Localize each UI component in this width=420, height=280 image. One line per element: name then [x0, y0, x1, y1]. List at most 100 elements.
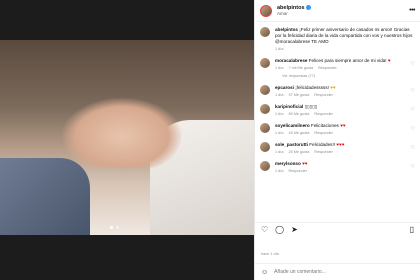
- comment-username[interactable]: soyelicamilnero: [275, 123, 310, 128]
- comment-username[interactable]: moracalabrese: [275, 58, 307, 63]
- caption-time: 1 día: [275, 47, 284, 51]
- comment-username[interactable]: karipinoficial: [275, 104, 303, 109]
- action-bar: ♡ ◯ ➤ ▯: [255, 222, 420, 236]
- heart-icon[interactable]: ♡: [411, 126, 415, 132]
- comment-content: Felicidades!!: [309, 142, 336, 147]
- reply-button[interactable]: Responder: [314, 131, 333, 135]
- comment-meta: 1 día Responder: [275, 169, 408, 173]
- heart-icon[interactable]: ♡: [411, 107, 415, 113]
- caption-text: abelpintos ¡Feliz primer aniversario de …: [275, 27, 415, 45]
- caption: abelpintos ¡Feliz primer aniversario de …: [260, 27, 415, 51]
- comment-body: sole_pastorutti Felicidades!! ♥♥♥ 1 día 2…: [275, 142, 408, 154]
- avatar[interactable]: [260, 58, 270, 68]
- comment-username[interactable]: merylsonso: [275, 161, 301, 166]
- carousel-dots: [110, 226, 119, 229]
- avatar[interactable]: [260, 85, 270, 95]
- heart-emoji-icon: ♥♥: [340, 123, 346, 128]
- comment-content: Felices para siempre amor de mi vida!: [308, 58, 387, 63]
- carousel-dot-active[interactable]: [110, 226, 113, 229]
- avatar[interactable]: [260, 27, 270, 37]
- post-sidebar: abelpintos Amor ••• abelpintos ¡Feliz pr…: [254, 0, 420, 280]
- avatar[interactable]: [260, 4, 272, 17]
- avatar[interactable]: [260, 104, 270, 114]
- post-date: hace 1 día: [261, 252, 279, 256]
- heart-icon[interactable]: ♡: [411, 164, 415, 170]
- view-replies-button[interactable]: Ver respuestas (77): [282, 74, 415, 78]
- comment-text: sole_pastorutti Felicidades!! ♥♥♥: [275, 142, 408, 148]
- reply-button[interactable]: Responder: [314, 112, 333, 116]
- comment-composer: ☺: [255, 263, 420, 280]
- share-icon[interactable]: ➤: [291, 225, 298, 234]
- post-media[interactable]: [0, 0, 254, 280]
- comment-time: 1 día: [275, 112, 284, 116]
- comment-time: 1 día: [275, 150, 284, 154]
- list-item: moracalabrese Felices para siempre amor …: [260, 58, 415, 70]
- list-item: merylsonso ♥♥ 1 día Responder ♡: [260, 161, 415, 173]
- photo-hands: [62, 98, 182, 168]
- comment-content: Felicitaciones: [311, 123, 339, 128]
- comment-text: karipinoficial ▯▯▯▯▯: [275, 104, 408, 110]
- avatar[interactable]: [260, 142, 270, 152]
- comment-body: merylsonso ♥♥ 1 día Responder: [275, 161, 408, 173]
- comment-meta: 1 día 89 Me gusta Responder: [275, 112, 408, 116]
- comment-input[interactable]: [274, 269, 405, 275]
- caption-body: abelpintos ¡Feliz primer aniversario de …: [275, 27, 415, 51]
- comment-likes[interactable]: 25 Me gusta: [288, 150, 309, 154]
- carousel-dot[interactable]: [116, 226, 119, 229]
- heart-emoji-icon: ♥: [387, 58, 391, 63]
- comment-text: epcarosi ¡felicidadesssss! ♥♥: [275, 85, 408, 91]
- comment-meta: 1 día 7 mil Me gusta Responder: [275, 66, 408, 70]
- comment-meta: 1 día 97 Me gusta Responder: [275, 93, 408, 97]
- heart-emoji-icon: ♥♥♥: [336, 142, 345, 147]
- caption-meta: 1 día: [275, 47, 415, 51]
- reply-button[interactable]: Responder: [314, 93, 333, 97]
- comment-time: 1 día: [275, 131, 284, 135]
- instagram-post: abelpintos Amor ••• abelpintos ¡Feliz pr…: [0, 0, 420, 280]
- reply-button[interactable]: Responder: [288, 169, 307, 173]
- caption-username[interactable]: abelpintos: [275, 27, 298, 32]
- photo-sleeve-left: [0, 158, 90, 235]
- comment-content: ¡felicidadesssss!: [295, 85, 329, 90]
- comment-time: 1 día: [275, 93, 284, 97]
- comment-icon[interactable]: ◯: [275, 225, 284, 234]
- emoji-icon[interactable]: ☺: [261, 269, 268, 276]
- save-icon[interactable]: ▯: [410, 225, 414, 234]
- comment-body: soyelicamilnero Felicitaciones ♥♥ 1 día 4…: [275, 123, 408, 135]
- list-item: epcarosi ¡felicidadesssss! ♥♥ 1 día 97 Me…: [260, 85, 415, 97]
- header-location[interactable]: Amor: [277, 11, 311, 16]
- more-icon[interactable]: •••: [409, 7, 415, 14]
- reply-button[interactable]: Responder: [314, 150, 333, 154]
- heart-icon[interactable]: ♡: [411, 145, 415, 151]
- comment-username[interactable]: sole_pastorutti: [275, 142, 308, 147]
- post-header: abelpintos Amor •••: [255, 0, 420, 22]
- comment-body: epcarosi ¡felicidadesssss! ♥♥ 1 día 97 Me…: [275, 85, 408, 97]
- comment-text: moracalabrese Felices para siempre amor …: [275, 58, 408, 64]
- header-names: abelpintos Amor: [277, 5, 311, 16]
- comment-time: 1 día: [275, 169, 284, 173]
- comment-likes[interactable]: 7 mil Me gusta: [288, 66, 313, 70]
- comment-text: soyelicamilnero Felicitaciones ♥♥: [275, 123, 408, 129]
- verified-icon: [305, 5, 311, 11]
- comment-username[interactable]: epcarosi: [275, 85, 294, 90]
- heart-icon[interactable]: ♡: [261, 225, 268, 234]
- comment-likes[interactable]: 97 Me gusta: [288, 93, 309, 97]
- comment-content: ▯▯▯▯▯: [304, 104, 318, 109]
- comment-meta: 1 día 25 Me gusta Responder: [275, 150, 408, 154]
- reply-button[interactable]: Responder: [318, 66, 337, 70]
- comments-list[interactable]: abelpintos ¡Feliz primer aniversario de …: [255, 24, 420, 224]
- heart-icon[interactable]: ♡: [411, 88, 415, 94]
- heart-emoji-icon: ♥♥: [302, 161, 308, 166]
- comment-body: karipinoficial ▯▯▯▯▯ 1 día 89 Me gusta Res…: [275, 104, 408, 116]
- list-item: sole_pastorutti Felicidades!! ♥♥♥ 1 día 2…: [260, 142, 415, 154]
- heart-emoji-icon: ♥♥: [330, 85, 336, 90]
- comment-time: 1 día: [275, 66, 284, 70]
- comment-body: moracalabrese Felices para siempre amor …: [275, 58, 408, 70]
- comment-likes[interactable]: 45 Me gusta: [288, 131, 309, 135]
- avatar[interactable]: [260, 161, 270, 171]
- heart-icon[interactable]: ♡: [411, 61, 415, 67]
- list-item: karipinoficial ▯▯▯▯▯ 1 día 89 Me gusta Res…: [260, 104, 415, 116]
- avatar[interactable]: [260, 123, 270, 133]
- list-item: soyelicamilnero Felicitaciones ♥♥ 1 día 4…: [260, 123, 415, 135]
- comment-likes[interactable]: 89 Me gusta: [288, 112, 309, 116]
- comment-meta: 1 día 45 Me gusta Responder: [275, 131, 408, 135]
